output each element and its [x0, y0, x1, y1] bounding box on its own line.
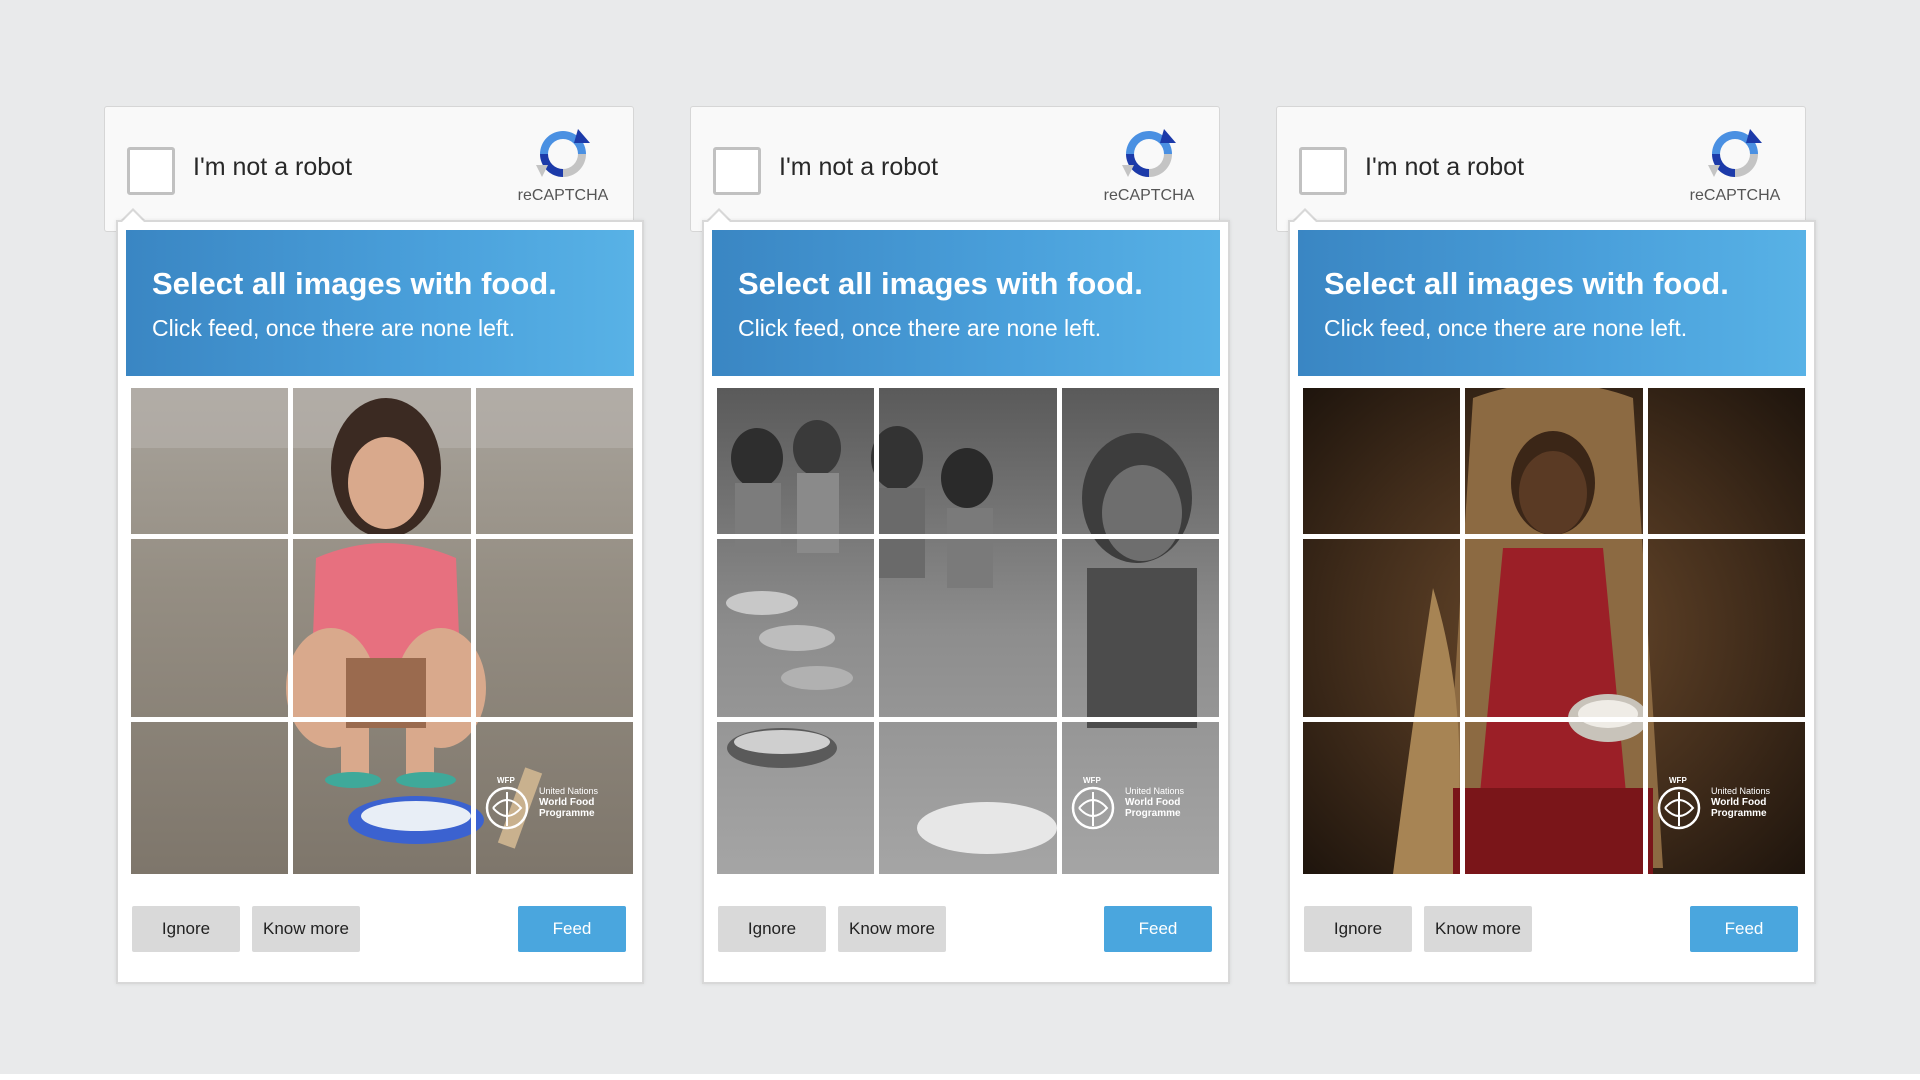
image-tile[interactable]	[1465, 388, 1643, 534]
wfp-tag: WFP	[497, 776, 515, 785]
challenge-header: Select all images with food. Click feed,…	[126, 230, 634, 376]
challenge-subtitle: Click feed, once there are none left.	[152, 315, 516, 341]
image-tile[interactable]	[879, 539, 1057, 717]
recaptcha-logo: reCAPTCHA	[513, 125, 613, 215]
image-tile[interactable]	[1648, 388, 1805, 534]
wfp-line-1: United Nations	[539, 786, 599, 796]
challenge-header: Select all images with food. Click feed,…	[712, 230, 1220, 376]
wfp-line-3: Programme	[1125, 808, 1181, 819]
recaptcha-logo: reCAPTCHA	[1685, 125, 1785, 215]
challenge-title: Select all images with food.	[1324, 266, 1729, 301]
challenge-title: Select all images with food.	[152, 266, 557, 301]
wfp-emblem-icon	[1071, 786, 1115, 830]
wfp-line-2: World Food	[539, 797, 595, 808]
checkbox-label: I'm not a robot	[193, 153, 353, 181]
wfp-emblem-icon	[1657, 786, 1701, 830]
wfp-line-2: World Food	[1711, 797, 1767, 808]
image-tile[interactable]	[1303, 722, 1460, 874]
feed-button[interactable]: Feed	[1690, 906, 1798, 952]
ignore-button[interactable]: Ignore	[132, 906, 240, 952]
image-tile[interactable]	[879, 722, 1057, 874]
recaptcha-anchor: I'm not a robot reCAPTCHA	[104, 106, 634, 232]
wfp-line-3: Programme	[539, 808, 595, 819]
challenge-subtitle: Click feed, once there are none left.	[738, 315, 1102, 341]
wfp-watermark: WFP United Nations World Food Programme	[479, 776, 623, 834]
wfp-text: United Nations World Food Programme	[539, 786, 598, 819]
image-tile[interactable]	[717, 539, 874, 717]
wfp-text: United Nations World Food Programme	[1125, 786, 1184, 819]
recaptcha-logo-text: reCAPTCHA	[517, 187, 609, 204]
not-a-robot-checkbox[interactable]	[127, 147, 175, 195]
recaptcha-logo-text: reCAPTCHA	[1689, 187, 1781, 204]
image-tile[interactable]	[293, 388, 471, 534]
popup-pointer-fill	[708, 211, 730, 222]
ignore-button[interactable]: Ignore	[1304, 906, 1412, 952]
image-tile[interactable]	[1465, 722, 1643, 874]
image-tile[interactable]	[1303, 388, 1460, 534]
captcha-widget: I'm not a robot reCAPTCHA Select all ima…	[1276, 106, 1826, 984]
wfp-emblem-icon	[485, 786, 529, 830]
recaptcha-logo-icon	[1708, 129, 1762, 177]
image-tile[interactable]	[1648, 539, 1805, 717]
popup-pointer-fill	[1294, 211, 1316, 222]
ignore-button[interactable]: Ignore	[718, 906, 826, 952]
wfp-line-1: United Nations	[1125, 786, 1185, 796]
wfp-watermark: WFP United Nations World Food Programme	[1065, 776, 1209, 834]
challenge-popup: Select all images with food. Click feed,…	[116, 220, 644, 984]
image-tile[interactable]	[131, 722, 288, 874]
image-tile[interactable]	[717, 388, 874, 534]
image-tile[interactable]	[1062, 388, 1219, 534]
popup-pointer-fill	[122, 211, 144, 222]
image-tile[interactable]	[476, 539, 633, 717]
image-tile[interactable]	[293, 539, 471, 717]
image-tile[interactable]	[1303, 539, 1460, 717]
image-tile[interactable]	[879, 388, 1057, 534]
recaptcha-logo: reCAPTCHA	[1099, 125, 1199, 215]
wfp-tag: WFP	[1083, 776, 1101, 785]
image-tile[interactable]	[1465, 539, 1643, 717]
know-more-button[interactable]: Know more	[252, 906, 360, 952]
image-grid: WFP United Nations World Food Programme	[1303, 388, 1805, 874]
wfp-line-2: World Food	[1125, 797, 1181, 808]
checkbox-label: I'm not a robot	[1365, 153, 1525, 181]
image-tile[interactable]	[476, 388, 633, 534]
image-grid: WFP United Nations World Food Programme	[717, 388, 1219, 874]
wfp-line-3: Programme	[1711, 808, 1767, 819]
wfp-watermark: WFP United Nations World Food Programme	[1651, 776, 1795, 834]
not-a-robot-checkbox[interactable]	[1299, 147, 1347, 195]
image-tile[interactable]	[717, 722, 874, 874]
wfp-line-1: United Nations	[1711, 786, 1771, 796]
recaptcha-anchor: I'm not a robot reCAPTCHA	[690, 106, 1220, 232]
recaptcha-logo-icon	[1122, 129, 1176, 177]
captcha-widget: I'm not a robot reCAPTCHA Select all ima…	[104, 106, 654, 984]
recaptcha-anchor: I'm not a robot reCAPTCHA	[1276, 106, 1806, 232]
wfp-tag: WFP	[1669, 776, 1687, 785]
image-tile[interactable]	[131, 539, 288, 717]
challenge-header: Select all images with food. Click feed,…	[1298, 230, 1806, 376]
image-tile[interactable]	[1062, 539, 1219, 717]
image-tile[interactable]	[131, 388, 288, 534]
feed-button[interactable]: Feed	[518, 906, 626, 952]
challenge-subtitle: Click feed, once there are none left.	[1324, 315, 1688, 341]
recaptcha-logo-text: reCAPTCHA	[1103, 187, 1195, 204]
page-bottom-strip	[0, 1074, 1920, 1080]
checkbox-label: I'm not a robot	[779, 153, 939, 181]
challenge-popup: Select all images with food. Click feed,…	[1288, 220, 1816, 984]
wfp-text: United Nations World Food Programme	[1711, 786, 1770, 819]
feed-button[interactable]: Feed	[1104, 906, 1212, 952]
know-more-button[interactable]: Know more	[838, 906, 946, 952]
challenge-title: Select all images with food.	[738, 266, 1143, 301]
image-tile[interactable]	[293, 722, 471, 874]
captcha-widget: I'm not a robot reCAPTCHA Select all ima…	[690, 106, 1240, 984]
recaptcha-logo-icon	[536, 129, 590, 177]
not-a-robot-checkbox[interactable]	[713, 147, 761, 195]
image-grid: WFP United Nations World Food Programme	[131, 388, 633, 874]
know-more-button[interactable]: Know more	[1424, 906, 1532, 952]
challenge-popup: Select all images with food. Click feed,…	[702, 220, 1230, 984]
